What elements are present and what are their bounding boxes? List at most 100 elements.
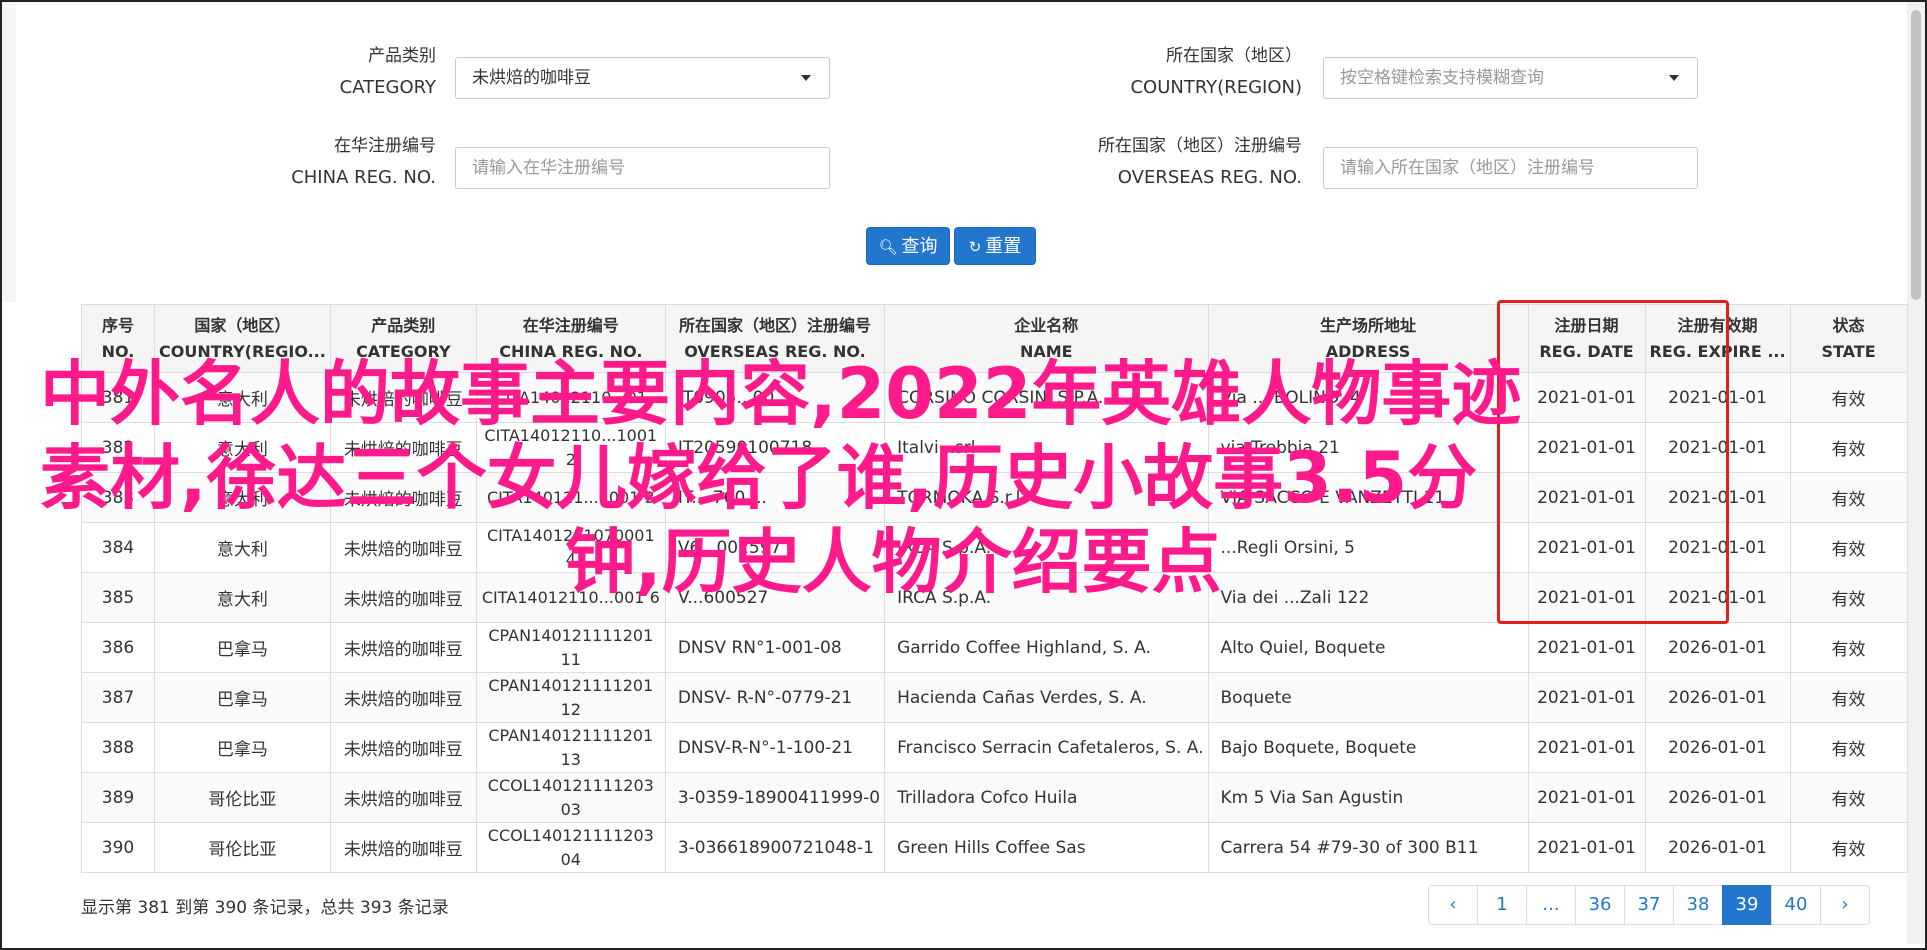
cell-country: 巴拿马 [154,722,331,773]
scrollbar-thumb[interactable] [1911,10,1921,300]
header-reg-date[interactable]: 注册日期 REG. DATE [1527,304,1646,373]
category-label-zh: 产品类别 [368,46,436,66]
table-row[interactable]: 383 意大利 未烘焙的咖啡豆 CITA140121...1001 3 IT... 76… [81,472,1908,523]
next-page-button[interactable]: › [1820,885,1870,925]
cell-address: ...Regli Orsini, 5 [1207,522,1529,573]
cell-expire: 2021-01-01 [1644,472,1791,523]
cell-reg-date: 2021-01-01 [1527,472,1646,523]
category-select[interactable]: 未烘焙的咖啡豆 [455,57,830,99]
page-1[interactable]: 1 [1477,885,1527,925]
cell-name: IRCA S.p.A. [884,522,1209,573]
cell-category: 未烘焙的咖啡豆 [329,772,477,823]
overseas-reg-label: 所在国家（地区）注册编号 OVERSEAS REG. NO. [1000,131,1302,193]
cell-address: Carrera 54 #79-30 of 300 B11 [1207,822,1529,873]
cell-no: 388 [81,722,155,773]
table-row[interactable]: 386 巴拿马 未烘焙的咖啡豆 CPAN140121111201 11 DNSV RN°… [81,622,1908,673]
search-icon: 🔍︎ [878,238,898,256]
cell-reg-date: 2021-01-01 [1527,572,1646,623]
page-37[interactable]: 37 [1624,885,1674,925]
cell-expire: 2026-01-01 [1644,722,1791,773]
china-reg-input[interactable]: 请输入在华注册编号 [455,147,830,189]
table-row[interactable]: 387 巴拿马 未烘焙的咖啡豆 CPAN140121111201 12 DNSV- R-… [81,672,1908,723]
cell-reg-date: 2021-01-01 [1527,522,1646,573]
cell-category: 未烘焙的咖啡豆 [329,572,477,623]
header-china-reg[interactable]: 在华注册编号 CHINA REG. NO. [475,304,666,373]
header-reg-expire[interactable]: 注册有效期 REG. EXPIRE ... [1644,304,1791,373]
table-row[interactable]: 381 意大利 未烘焙的咖啡豆 CITA14012110...01 IT0905...0… [81,372,1908,423]
cell-name: Italvi...srl [884,422,1209,473]
page-40[interactable]: 40 [1771,885,1821,925]
cell-expire: 2021-01-01 [1644,572,1791,623]
table-header-row: 序号 NO. 国家（地区） COUNTRY(REGIO... 产品类别 CATEGOR… [81,304,1908,373]
cell-overseas-reg: IT20590100718 [664,422,886,473]
category-label-en: CATEGORY [339,77,436,98]
cell-country: 意大利 [154,422,331,473]
cell-china-reg: CITA140121...1001 3 [475,472,666,523]
cell-name: IRCA S.p.A. [884,572,1209,623]
country-label-en: COUNTRY(REGION) [1130,77,1302,98]
cell-overseas-reg: IT... 760 ... [664,472,886,523]
overseas-reg-input[interactable]: 请输入所在国家（地区）注册编号 [1323,147,1698,189]
cell-name: Green Hills Coffee Sas [884,822,1209,873]
reset-button-label: 重置 [985,236,1022,257]
cell-state: 有效 [1789,722,1908,773]
cell-state: 有效 [1789,622,1908,673]
cell-expire: 2021-01-01 [1644,522,1791,573]
cell-category: 未烘焙的咖啡豆 [329,822,477,873]
cell-china-reg: CPAN140121111201 12 [475,672,666,723]
prev-page-button[interactable]: ‹ [1428,885,1478,925]
cell-state: 有效 [1789,372,1908,423]
header-overseas-reg[interactable]: 所在国家（地区）注册编号 OVERSEAS REG. NO. [664,304,886,373]
cell-category: 未烘焙的咖啡豆 [329,422,477,473]
page-39[interactable]: 39 [1722,885,1772,925]
pagination: ‹ 1... 36 37 38 39 40 › [1428,885,1870,925]
cell-china-reg: CCOL140121111203 04 [475,822,666,873]
cell-country: 意大利 [154,572,331,623]
cell-no: 387 [81,672,155,723]
cell-overseas-reg: V6...002597 [664,522,886,573]
cell-category: 未烘焙的咖啡豆 [329,722,477,773]
page-36[interactable]: 36 [1575,885,1625,925]
reset-button[interactable]: ↻ 重置 [954,227,1036,265]
cell-country: 巴拿马 [154,622,331,673]
page-38[interactable]: 38 [1673,885,1723,925]
cell-expire: 2026-01-01 [1644,772,1791,823]
cell-state: 有效 [1789,572,1908,623]
table-row[interactable]: 382 意大利 未烘焙的咖啡豆 CITA14012110...1001 2 IT2059… [81,422,1908,473]
cell-country: 哥伦比亚 [154,772,331,823]
cell-state: 有效 [1789,822,1908,873]
cell-reg-date: 2021-01-01 [1527,722,1646,773]
cell-country: 意大利 [154,372,331,423]
header-state[interactable]: 状态 STATE [1789,304,1908,373]
cell-address: Via ... BOLINO, 4 [1207,372,1529,423]
cell-name: TORMOKA S.r.l. [884,472,1209,523]
cell-no: 390 [81,822,155,873]
cell-overseas-reg: V...600527 [664,572,886,623]
chevron-down-icon [1669,75,1679,81]
header-name[interactable]: 企业名称 NAME [884,304,1209,373]
cell-category: 未烘焙的咖啡豆 [329,522,477,573]
page-ellipsis[interactable]: ... [1526,885,1576,925]
table-row[interactable]: 384 意大利 未烘焙的咖啡豆 CITA1401211070001 4 V6...002… [81,522,1908,573]
cell-state: 有效 [1789,472,1908,523]
search-button[interactable]: 🔍︎ 查询 [866,227,950,265]
country-select[interactable]: 按空格键检索支持模糊查询 [1323,57,1698,99]
header-country[interactable]: 国家（地区） COUNTRY(REGIO... [154,304,331,373]
header-no[interactable]: 序号 NO. [81,304,155,373]
cell-no: 383 [81,472,155,523]
cell-state: 有效 [1789,422,1908,473]
table-row[interactable]: 389 哥伦比亚 未烘焙的咖啡豆 CCOL140121111203 03 3-0359-… [81,772,1908,823]
table-row[interactable]: 390 哥伦比亚 未烘焙的咖啡豆 CCOL140121111203 04 3-03661… [81,822,1908,873]
cell-overseas-reg: 3-036618900721048-1 [664,822,886,873]
cell-address: VIA SACCO E VANZETTI 11 [1207,472,1529,523]
header-category[interactable]: 产品类别 CATEGORY [329,304,477,373]
cell-overseas-reg: DNSV- R-N°-0779-21 [664,672,886,723]
cell-country: 巴拿马 [154,672,331,723]
table-row[interactable]: 385 意大利 未烘焙的咖啡豆 CITA14012110...001 6 V...600… [81,572,1908,623]
cell-country: 意大利 [154,522,331,573]
header-address[interactable]: 生产场所地址 ADDRESS [1207,304,1529,373]
cell-address: Bajo Boquete, Boquete [1207,722,1529,773]
country-select-placeholder: 按空格键检索支持模糊查询 [1340,68,1544,88]
china-reg-label-zh: 在华注册编号 [334,136,436,156]
table-row[interactable]: 388 巴拿马 未烘焙的咖啡豆 CPAN140121111201 13 DNSV-R-N… [81,722,1908,773]
